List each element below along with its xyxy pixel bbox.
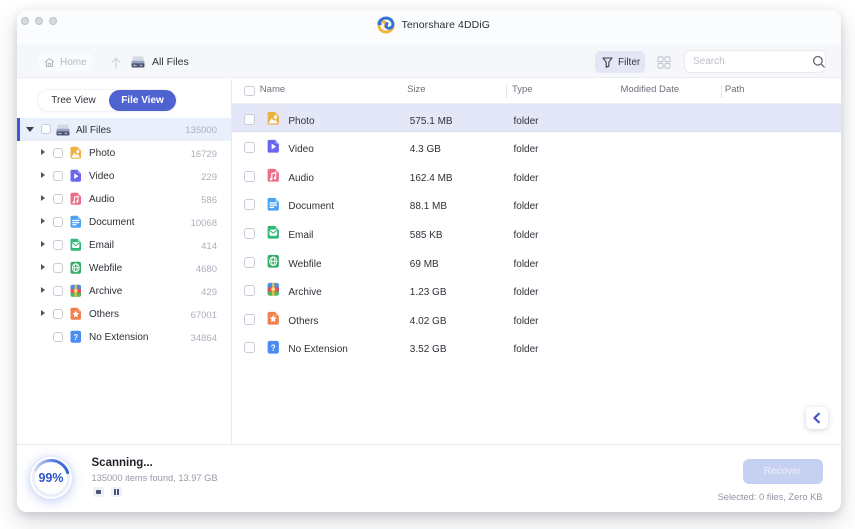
svg-text:?: ? xyxy=(73,333,78,343)
svg-text:?: ? xyxy=(271,342,276,353)
